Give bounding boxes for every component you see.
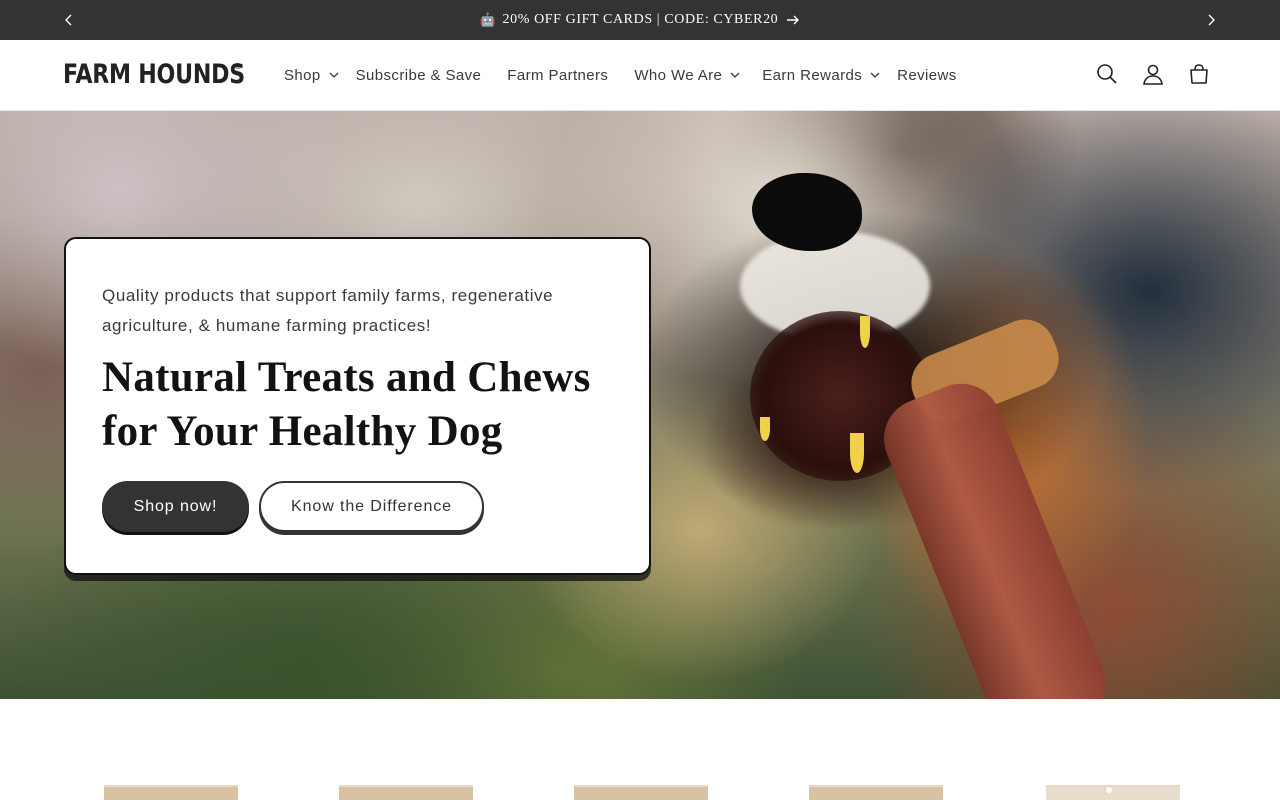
search-button[interactable] <box>1094 61 1120 87</box>
nav-item-subscribe-save[interactable]: Subscribe & Save <box>356 67 482 84</box>
nav-item-label: Who We Are <box>634 66 723 84</box>
nav-item-label: Farm Partners <box>507 66 609 84</box>
search-icon <box>1097 64 1117 84</box>
cart-icon <box>1190 64 1208 84</box>
chevron-right-icon <box>1208 14 1215 26</box>
nav-item-label: Shop <box>284 66 321 84</box>
product-image[interactable] <box>339 785 473 800</box>
product-row <box>0 699 1280 800</box>
nav-item-farm-partners[interactable]: Farm Partners <box>507 67 608 84</box>
announcement-message[interactable]: 🤖 20% OFF GIFT CARDS | CODE: CYBER20 <box>0 0 1280 40</box>
announcement-bar: 🤖 20% OFF GIFT CARDS | CODE: CYBER20 <box>0 0 1280 40</box>
robot-emoji: 🤖 <box>479 12 497 28</box>
arrow-right-icon <box>786 14 800 26</box>
chevron-down-icon <box>730 72 740 78</box>
bag-hang-hole <box>1106 787 1112 793</box>
chew-stick-shape <box>871 371 1119 699</box>
site-header: FARM HOUNDS ® Shop Subscribe & Save Farm… <box>0 40 1280 111</box>
account-icon <box>1143 64 1163 85</box>
product-image[interactable] <box>1046 785 1180 800</box>
product-image[interactable] <box>104 785 238 800</box>
logo-text: FARM HOUNDS <box>63 59 245 90</box>
nav-item-label: Subscribe & Save <box>355 66 482 84</box>
chevron-down-icon <box>329 72 339 78</box>
registered-mark: ® <box>235 62 241 71</box>
main-nav: Shop Subscribe & Save Farm Partners Who … <box>284 40 957 110</box>
nav-item-label: Earn Rewards <box>762 66 863 84</box>
cart-button[interactable] <box>1186 61 1212 87</box>
nav-item-label: Reviews <box>897 66 957 84</box>
announcement-next-button[interactable] <box>1201 10 1221 30</box>
dog-tooth-shape <box>850 433 864 473</box>
nav-item-shop[interactable]: Shop <box>284 67 339 84</box>
product-image[interactable] <box>809 785 943 800</box>
hero-content-card: Quality products that support family far… <box>64 237 651 575</box>
know-the-difference-button[interactable]: Know the Difference <box>259 481 484 532</box>
nav-item-reviews[interactable]: Reviews <box>897 67 956 84</box>
announcement-text: 20% OFF GIFT CARDS | CODE: CYBER20 <box>502 12 779 27</box>
header-actions <box>1094 61 1212 87</box>
site-logo[interactable]: FARM HOUNDS ® <box>63 59 285 91</box>
hero-title: Natural Treats and Chews for Your Health… <box>102 354 591 455</box>
nav-item-earn-rewards[interactable]: Earn Rewards <box>762 67 880 84</box>
dog-tooth-shape <box>760 417 770 441</box>
hero-subtitle: Quality products that support family far… <box>102 286 554 335</box>
shop-now-button[interactable]: Shop now! <box>102 481 249 532</box>
hero-banner: Quality products that support family far… <box>0 111 1280 699</box>
dog-nose-shape <box>752 173 862 251</box>
account-button[interactable] <box>1140 61 1166 87</box>
chevron-down-icon <box>870 72 880 78</box>
dog-tooth-shape <box>860 316 870 348</box>
product-image[interactable] <box>574 785 708 800</box>
nav-item-who-we-are[interactable]: Who We Are <box>634 67 740 84</box>
